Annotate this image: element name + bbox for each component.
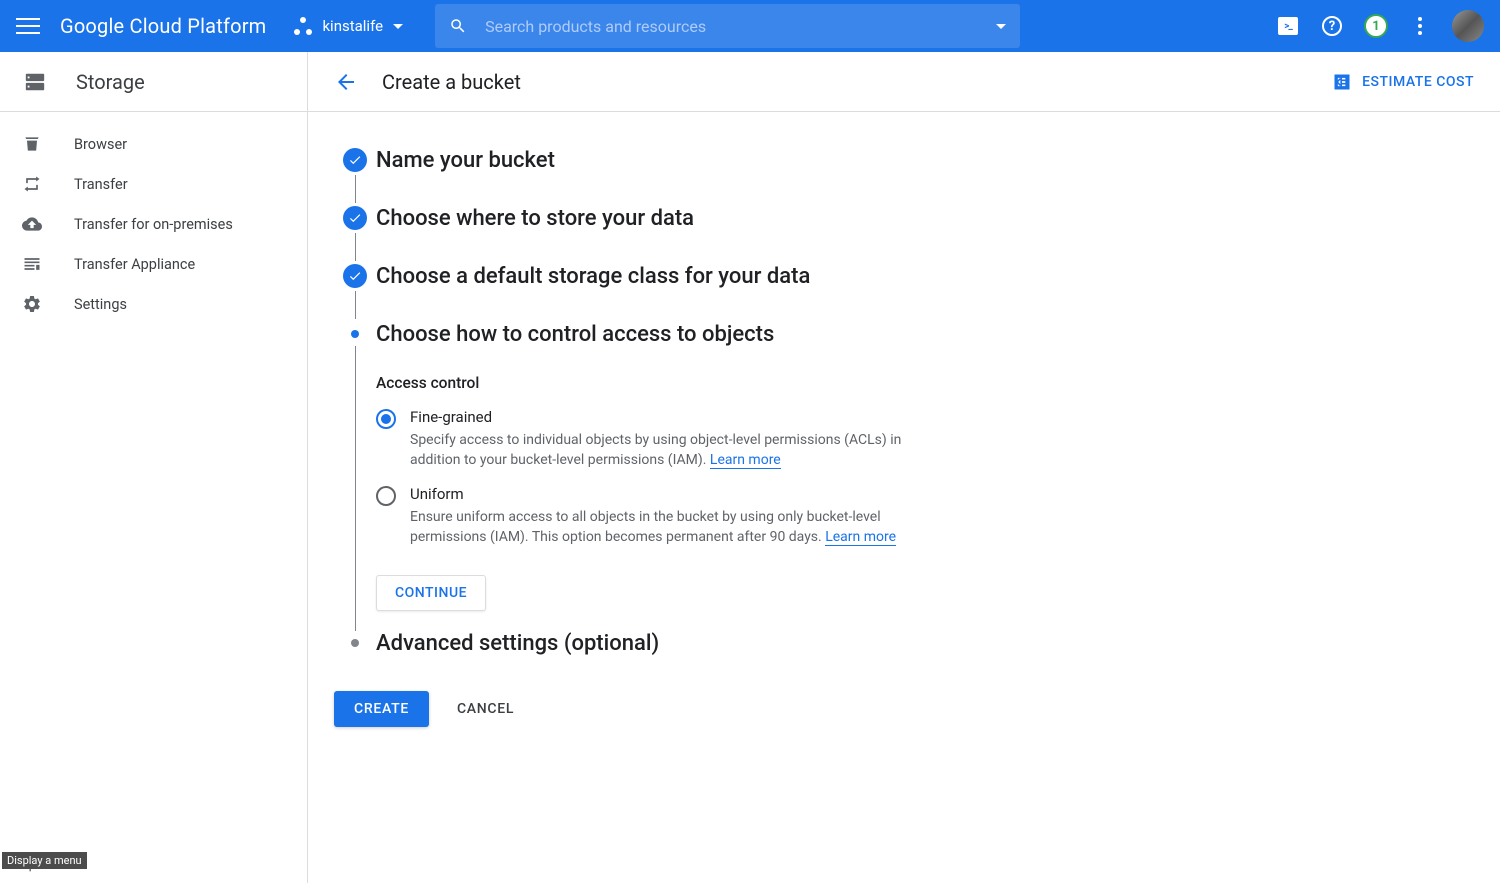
page-title: Create a bucket <box>382 70 521 94</box>
notification-badge[interactable]: 1 <box>1364 14 1388 38</box>
gcp-logo[interactable]: Google Cloud Platform <box>60 14 266 38</box>
bucket-icon <box>22 134 42 154</box>
step-name-bucket[interactable]: Name your bucket <box>334 148 1234 206</box>
estimate-icon <box>1332 72 1352 92</box>
cancel-button[interactable]: CANCEL <box>457 701 514 717</box>
avatar[interactable] <box>1452 10 1484 42</box>
chevron-down-icon[interactable] <box>996 24 1006 29</box>
radio-fine-grained[interactable]: Fine-grained Specify access to individua… <box>376 408 1234 471</box>
appliance-icon <box>22 254 42 274</box>
step-check-icon <box>343 206 367 230</box>
sidebar-item-transfer[interactable]: Transfer <box>0 164 307 204</box>
sidebar-title: Storage <box>76 70 145 94</box>
radio-icon[interactable] <box>376 486 396 506</box>
content-header: Create a bucket ESTIMATE COST <box>308 52 1500 112</box>
sidebar-item-transfer-onprem[interactable]: Transfer for on-premises <box>0 204 307 244</box>
project-picker[interactable]: kinstalife <box>294 17 403 35</box>
sidebar-item-transfer-appliance[interactable]: Transfer Appliance <box>0 244 307 284</box>
step-storage-class[interactable]: Choose a default storage class for your … <box>334 264 1234 322</box>
sidebar-item-label: Browser <box>74 136 127 153</box>
sidebar-item-settings[interactable]: Settings <box>0 284 307 324</box>
step-advanced-settings[interactable]: Advanced settings (optional) <box>334 631 1234 663</box>
sidebar-header: Storage <box>0 52 307 112</box>
menu-icon[interactable] <box>16 14 40 38</box>
step-check-icon <box>343 264 367 288</box>
transfer-icon <box>22 174 42 194</box>
step-location[interactable]: Choose where to store your data <box>334 206 1234 264</box>
learn-more-link[interactable]: Learn more <box>825 529 896 546</box>
radio-desc: Specify access to individual objects by … <box>410 430 930 471</box>
stepper: Name your bucket Choose where to store y… <box>334 148 1234 727</box>
tooltip: Display a menu <box>2 852 87 869</box>
kebab-menu-icon[interactable] <box>1408 14 1432 38</box>
learn-more-link[interactable]: Learn more <box>710 452 781 469</box>
create-button[interactable]: CREATE <box>334 691 429 727</box>
radio-desc: Ensure uniform access to all objects in … <box>410 507 930 548</box>
radio-title: Uniform <box>410 485 930 503</box>
sidebar: Storage Browser Transfer Transfer for on… <box>0 52 308 883</box>
step-pending-dot-icon <box>351 639 359 647</box>
estimate-cost-label: ESTIMATE COST <box>1362 74 1474 90</box>
sidebar-item-label: Transfer Appliance <box>74 256 195 273</box>
storage-product-icon <box>22 71 48 93</box>
radio-uniform[interactable]: Uniform Ensure uniform access to all obj… <box>376 485 1234 548</box>
radio-title: Fine-grained <box>410 408 930 426</box>
back-arrow-icon[interactable] <box>334 70 358 94</box>
step-active-dot-icon <box>351 330 359 338</box>
sidebar-item-label: Transfer <box>74 176 128 193</box>
sidebar-item-browser[interactable]: Browser <box>0 124 307 164</box>
sidebar-item-label: Settings <box>74 296 127 313</box>
project-name: kinstalife <box>322 17 383 35</box>
search-bar[interactable] <box>435 4 1020 48</box>
cloud-upload-icon <box>22 214 42 234</box>
content-area: Create a bucket ESTIMATE COST Name your … <box>308 52 1500 883</box>
top-bar: Google Cloud Platform kinstalife ? 1 <box>0 0 1500 52</box>
gear-icon <box>22 294 42 314</box>
sidebar-item-label: Transfer for on-premises <box>74 216 233 233</box>
search-input[interactable] <box>485 17 986 36</box>
access-control-label: Access control <box>376 374 1234 392</box>
help-icon[interactable]: ? <box>1320 14 1344 38</box>
project-icon <box>294 17 312 35</box>
search-icon <box>449 17 467 35</box>
chevron-down-icon <box>393 24 403 29</box>
cloud-shell-icon[interactable] <box>1276 14 1300 38</box>
step-access-control: Choose how to control access to objects … <box>334 322 1234 631</box>
step-check-icon <box>343 148 367 172</box>
radio-icon[interactable] <box>376 409 396 429</box>
continue-button[interactable]: CONTINUE <box>376 575 486 611</box>
estimate-cost-button[interactable]: ESTIMATE COST <box>1332 72 1474 92</box>
